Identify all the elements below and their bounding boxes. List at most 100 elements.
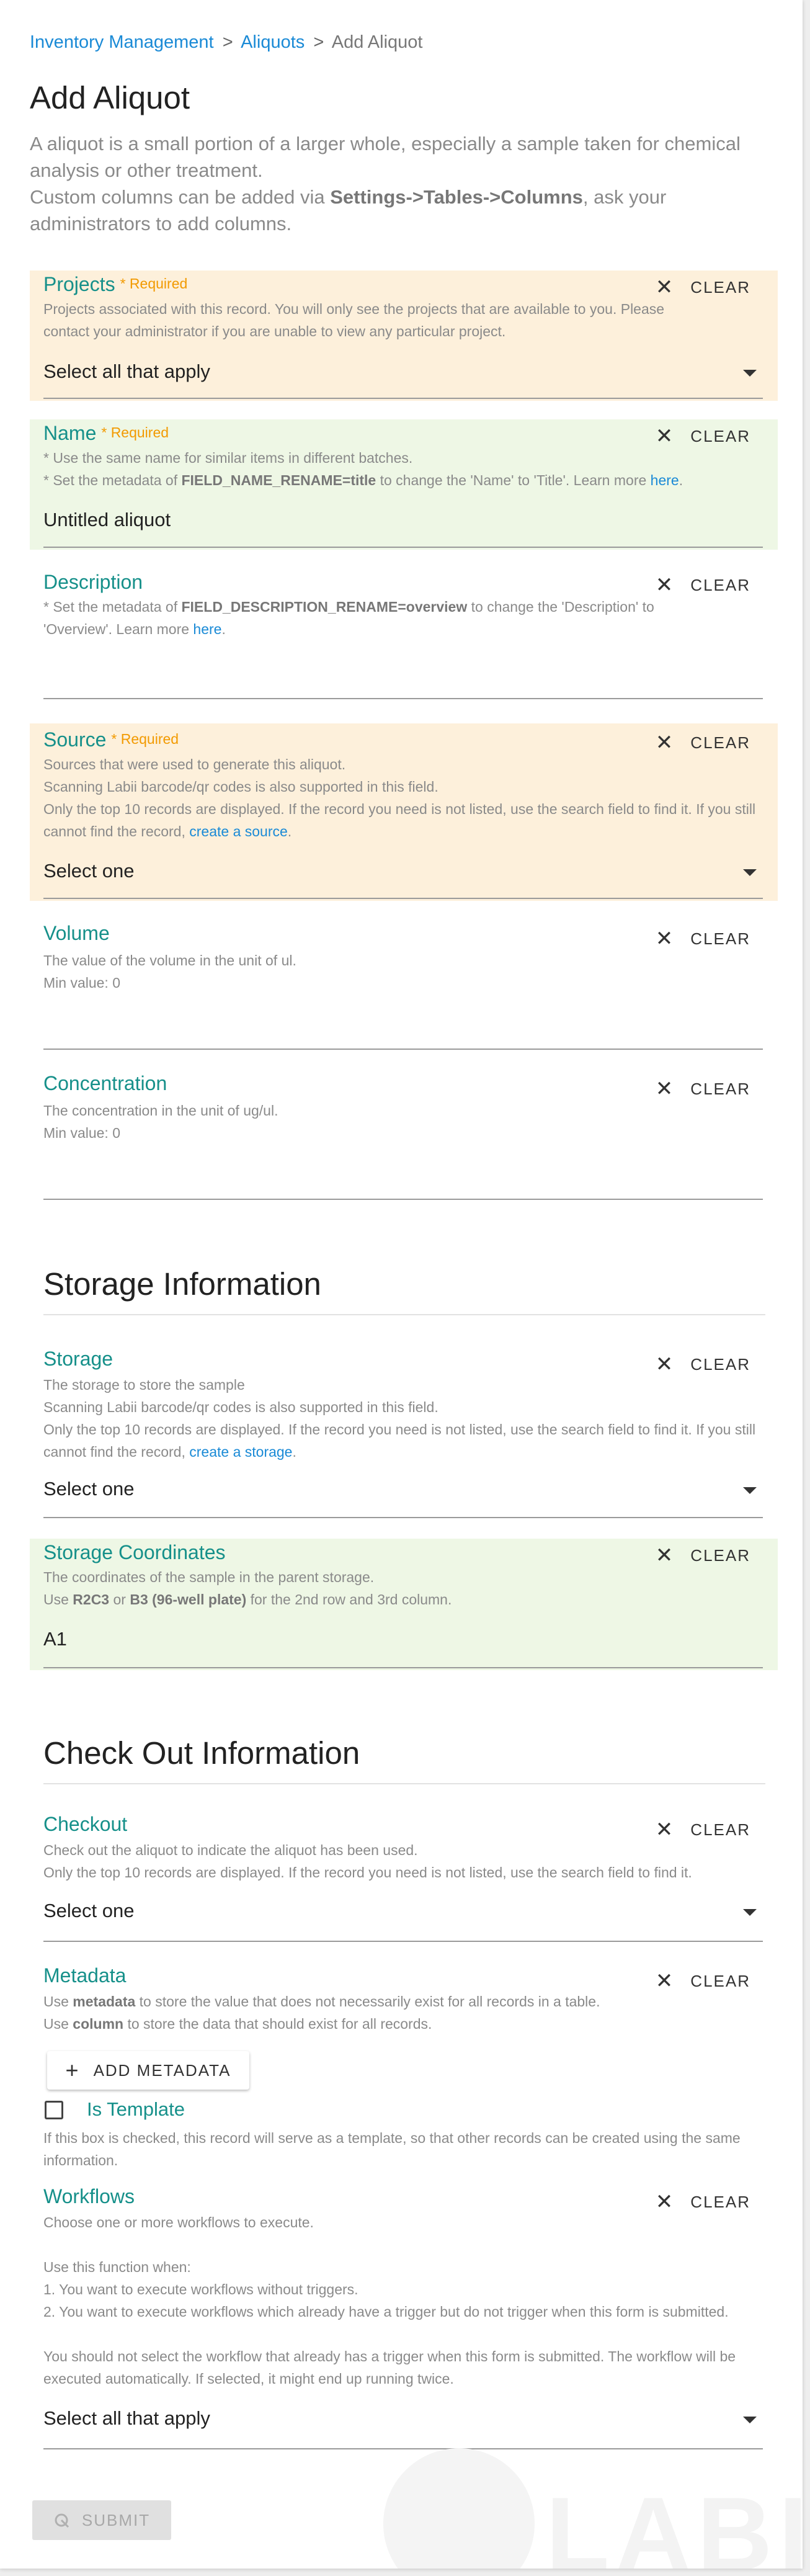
name-label: Name * Required	[43, 422, 169, 444]
volume-clear-button[interactable]: ✕ CLEAR	[656, 928, 750, 949]
concentration-help-text: The concentration in the unit of ug/ul. M…	[43, 1102, 278, 1141]
page-description: A aliquot is a small portion of a larger…	[30, 130, 774, 237]
volume-label: Volume	[43, 922, 110, 944]
page-description-settings-path: Settings->Tables->Columns	[330, 186, 583, 208]
chevron-down-icon[interactable]	[743, 370, 757, 377]
close-icon: ✕	[655, 731, 675, 754]
close-icon: ✕	[655, 1818, 675, 1841]
workflows-underline	[43, 2448, 763, 2449]
projects-clear-button[interactable]: ✕ CLEAR	[656, 277, 750, 298]
breadcrumb-inventory-link[interactable]: Inventory Management	[30, 32, 214, 52]
source-field: Source * Required ✕ CLEAR Sources that wer…	[30, 723, 778, 901]
source-help-text: Sources that were used to generate this …	[43, 756, 756, 839]
description-clear-button[interactable]: ✕ CLEAR	[656, 575, 750, 596]
name-help-text: * Use the same name for similar items in…	[43, 450, 683, 488]
metadata-clear-button[interactable]: ✕ CLEAR	[656, 1970, 750, 1992]
chevron-down-icon[interactable]	[743, 869, 757, 876]
concentration-underline	[43, 1199, 763, 1200]
projects-underline	[43, 398, 763, 399]
name-underline	[43, 547, 763, 548]
breadcrumb-separator: >	[222, 32, 233, 52]
checkout-label: Checkout	[43, 1813, 128, 1835]
close-icon: ✕	[655, 2190, 675, 2214]
close-icon: ✕	[655, 1077, 675, 1101]
description-underline	[43, 698, 763, 699]
close-icon: ✕	[655, 1544, 675, 1567]
checkout-select[interactable]: Select one	[43, 1900, 135, 1922]
required-indicator: * Required	[120, 275, 188, 292]
add-metadata-button[interactable]: + ADD METADATA	[47, 2051, 249, 2090]
close-icon: ✕	[655, 1969, 675, 1993]
close-icon: ✕	[655, 424, 675, 448]
storage-select[interactable]: Select one	[43, 1478, 135, 1500]
projects-help-text: Projects associated with this record. Yo…	[43, 301, 665, 339]
chevron-down-icon[interactable]	[743, 2417, 757, 2423]
checkout-field: Checkout ✕ CLEAR Check out the aliquot to…	[30, 1805, 778, 1944]
source-select[interactable]: Select one	[43, 860, 135, 882]
description-learn-more-link[interactable]: here	[193, 621, 221, 637]
storage-coordinates-help-text: The coordinates of the sample in the par…	[43, 1569, 452, 1608]
workflows-label: Workflows	[43, 2185, 135, 2207]
storage-coordinates-input[interactable]: A1	[43, 1628, 67, 1650]
breadcrumb: Inventory Management > Aliquots > Add Al…	[30, 32, 422, 53]
description-input[interactable]	[43, 661, 763, 686]
volume-underline	[43, 1049, 763, 1050]
close-icon: ✕	[655, 1353, 675, 1376]
volume-input[interactable]	[43, 1008, 763, 1032]
name-clear-button[interactable]: ✕ CLEAR	[656, 426, 750, 447]
storage-coordinates-underline	[43, 1667, 763, 1668]
chevron-down-icon[interactable]	[743, 1487, 757, 1494]
required-indicator: * Required	[101, 424, 169, 441]
name-field: Name * Required ✕ CLEAR * Use the same nam…	[30, 419, 778, 550]
create-storage-link[interactable]: create a storage	[189, 1444, 292, 1460]
projects-select[interactable]: Select all that apply	[43, 360, 210, 383]
is-template-checkbox[interactable]	[45, 2101, 63, 2119]
submit-button[interactable]: SUBMIT	[32, 2500, 171, 2540]
is-template-label[interactable]: Is Template	[87, 2098, 185, 2121]
required-indicator: * Required	[111, 731, 179, 747]
projects-label: Projects * Required	[43, 273, 188, 295]
breadcrumb-current: Add Aliquot	[331, 32, 423, 52]
create-source-link[interactable]: create a source	[189, 823, 288, 839]
storage-underline	[43, 1517, 763, 1518]
projects-field: Projects * Required ✕ CLEAR Projects assoc…	[30, 271, 778, 401]
storage-coordinates-clear-button[interactable]: ✕ CLEAR	[656, 1545, 750, 1566]
name-input[interactable]: Untitled aliquot	[43, 509, 171, 531]
concentration-field: Concentration ✕ CLEAR The concentration i…	[30, 1065, 778, 1202]
name-learn-more-link[interactable]: here	[651, 472, 679, 488]
close-icon: ✕	[655, 573, 675, 597]
breadcrumb-aliquots-link[interactable]: Aliquots	[241, 32, 305, 52]
storage-coordinates-label: Storage Coordinates	[43, 1541, 226, 1563]
description-field: Description ✕ CLEAR * Set the metadata of…	[30, 568, 778, 705]
checkout-clear-button[interactable]: ✕ CLEAR	[656, 1819, 750, 1840]
labii-watermark-text: LABII	[546, 2475, 803, 2569]
workflows-clear-button[interactable]: ✕ CLEAR	[656, 2191, 750, 2212]
plus-icon: +	[65, 2057, 80, 2083]
source-clear-button[interactable]: ✕ CLEAR	[656, 732, 750, 753]
page-description-text: Custom columns can be added via	[30, 186, 331, 208]
concentration-clear-button[interactable]: ✕ CLEAR	[656, 1078, 750, 1099]
description-label: Description	[43, 571, 143, 593]
storage-field: Storage ✕ CLEAR The storage to store the …	[30, 1340, 778, 1520]
volume-help-text: The value of the volume in the unit of u…	[43, 952, 296, 991]
submit-icon	[55, 2513, 69, 2528]
storage-clear-button[interactable]: ✕ CLEAR	[656, 1354, 750, 1375]
form-page: Inventory Management > Aliquots > Add Al…	[0, 0, 803, 2569]
metadata-help-text: Use metadata to store the value that doe…	[43, 1993, 600, 2032]
source-label: Source * Required	[43, 728, 179, 751]
workflows-select[interactable]: Select all that apply	[43, 2407, 210, 2430]
close-icon: ✕	[655, 927, 675, 950]
workflows-field: Workflows ✕ CLEAR Choose one or more work…	[30, 2178, 778, 2451]
metadata-field: Metadata ✕ CLEAR Use metadata to store th…	[30, 1957, 778, 2050]
section-divider	[43, 1314, 765, 1315]
metadata-label: Metadata	[43, 1964, 127, 1987]
checkout-underline	[43, 1941, 763, 1942]
source-underline	[43, 898, 763, 899]
checkout-help-text: Check out the aliquot to indicate the al…	[43, 1842, 692, 1881]
chevron-down-icon[interactable]	[743, 1909, 757, 1916]
checkout-section-title: Check Out Information	[43, 1735, 360, 1771]
labii-watermark-logo	[383, 2448, 535, 2569]
concentration-input[interactable]	[43, 1158, 763, 1183]
close-icon: ✕	[655, 275, 675, 299]
volume-field: Volume ✕ CLEAR The value of the volume in…	[30, 915, 778, 1052]
